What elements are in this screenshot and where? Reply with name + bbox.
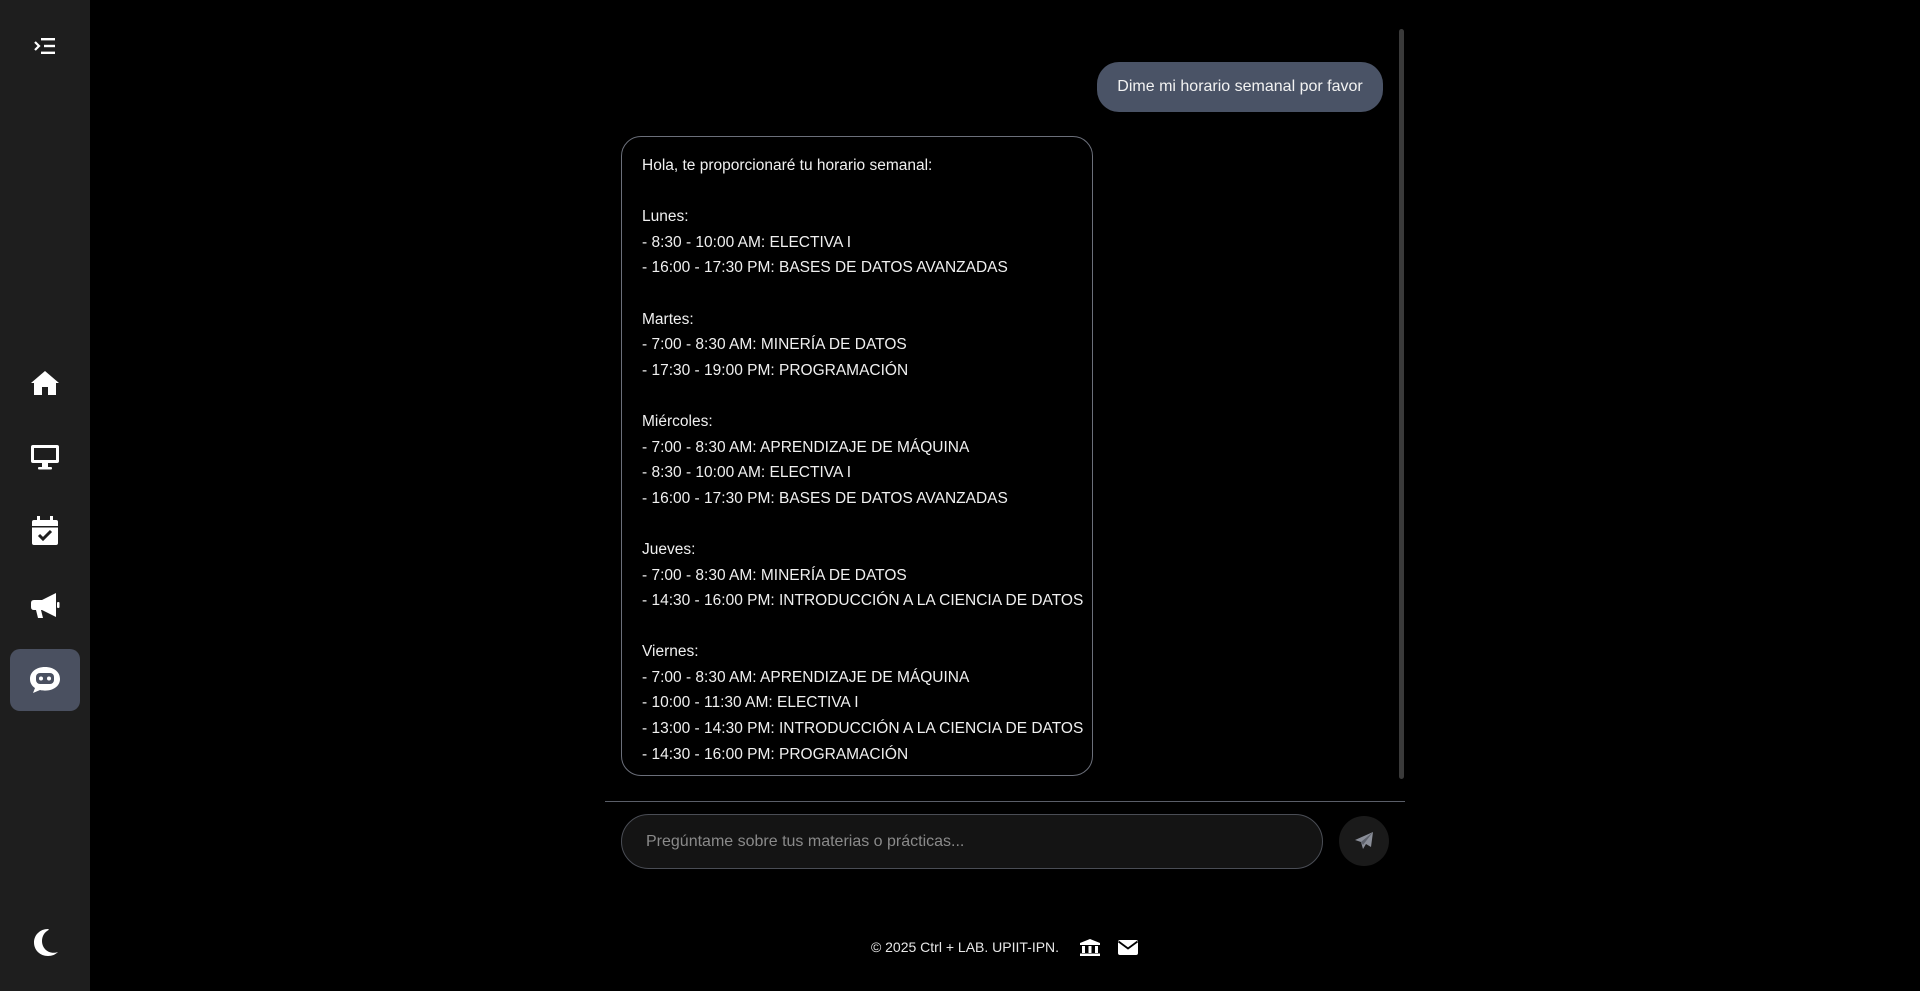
send-button[interactable] [1339,816,1389,866]
sidebar-item-calendar[interactable] [10,500,80,562]
bot-message-line: - 7:00 - 8:30 AM: APRENDIZAJE DE MÁQUINA [642,438,970,456]
footer: © 2025 Ctrl + LAB. UPIIT-IPN. [0,938,1920,956]
bot-message-line: Miércoles: [642,412,713,430]
chat-input-container [621,814,1323,869]
user-message-bubble: Dime mi horario semanal por favor [1097,62,1383,112]
bot-message-line: Lunes: [642,208,689,226]
bot-message-blank-line [642,179,1072,205]
bot-message-line: - 7:00 - 8:30 AM: MINERÍA DE DATOS [642,566,907,584]
bot-message-blank-line [642,281,1072,307]
bot-message-line: - 14:30 - 16:00 PM: PROGRAMACIÓN [642,745,909,763]
chatbot-icon [30,667,60,693]
institution-icon[interactable] [1079,938,1101,956]
bot-message-line: Jueves: [642,540,696,558]
megaphone-icon [31,593,60,618]
bot-message-line: - 16:00 - 17:30 PM: BASES DE DATOS AVANZ… [642,489,1008,507]
sidebar [0,0,90,991]
user-message-text: Dime mi horario semanal por favor [1117,78,1363,95]
bot-message-line: Martes: [642,310,694,328]
mail-icon[interactable] [1117,939,1139,956]
home-icon [31,371,59,395]
bot-message-line: - 14:30 - 16:00 PM: INTRODUCCIÓN A LA CI… [642,592,1084,610]
sidebar-item-home[interactable] [10,352,80,414]
menu-toggle-button[interactable] [10,15,80,77]
send-icon [1355,832,1373,849]
sidebar-item-chatbot[interactable] [10,649,80,711]
bot-message-line: Hola, te proporcionaré tu horario semana… [642,157,933,174]
chat-input[interactable] [646,832,1298,851]
bot-message-blank-line [642,511,1072,537]
footer-copyright: © 2025 Ctrl + LAB. UPIIT-IPN. [870,939,1060,955]
bot-message-line: - 17:30 - 19:00 PM: PROGRAMACIÓN [642,361,909,379]
bot-message-line: - 8:30 - 10:00 AM: ELECTIVA I [642,464,852,482]
bot-message-line: - 8:30 - 10:00 AM: ELECTIVA I [642,233,852,251]
sidebar-item-monitor[interactable] [10,426,80,488]
calendar-check-icon [32,516,58,545]
bot-message-blank-line [642,383,1072,409]
sidebar-item-announcements[interactable] [10,574,80,636]
bot-message-line: - 7:00 - 8:30 AM: MINERÍA DE DATOS [642,336,907,354]
bot-message-line: - 16:00 - 17:30 PM: BASES DE DATOS AVANZ… [642,259,1008,277]
bot-message-line: - 13:00 - 14:30 PM: INTRODUCCIÓN A LA CI… [642,720,1084,738]
chat-scrollbar[interactable] [1399,29,1404,779]
menu-collapse-icon [34,38,55,54]
bot-message-blank-line [642,614,1072,640]
chat-divider [605,801,1405,802]
bot-message-line: Viernes: [642,643,699,661]
bot-message-line: - 7:00 - 8:30 AM: APRENDIZAJE DE MÁQUINA [642,668,970,686]
bot-message-bubble: Hola, te proporcionaré tu horario semana… [621,136,1093,776]
bot-message-line: - 10:00 - 11:30 AM: ELECTIVA I [642,694,859,712]
monitor-icon [31,445,59,470]
